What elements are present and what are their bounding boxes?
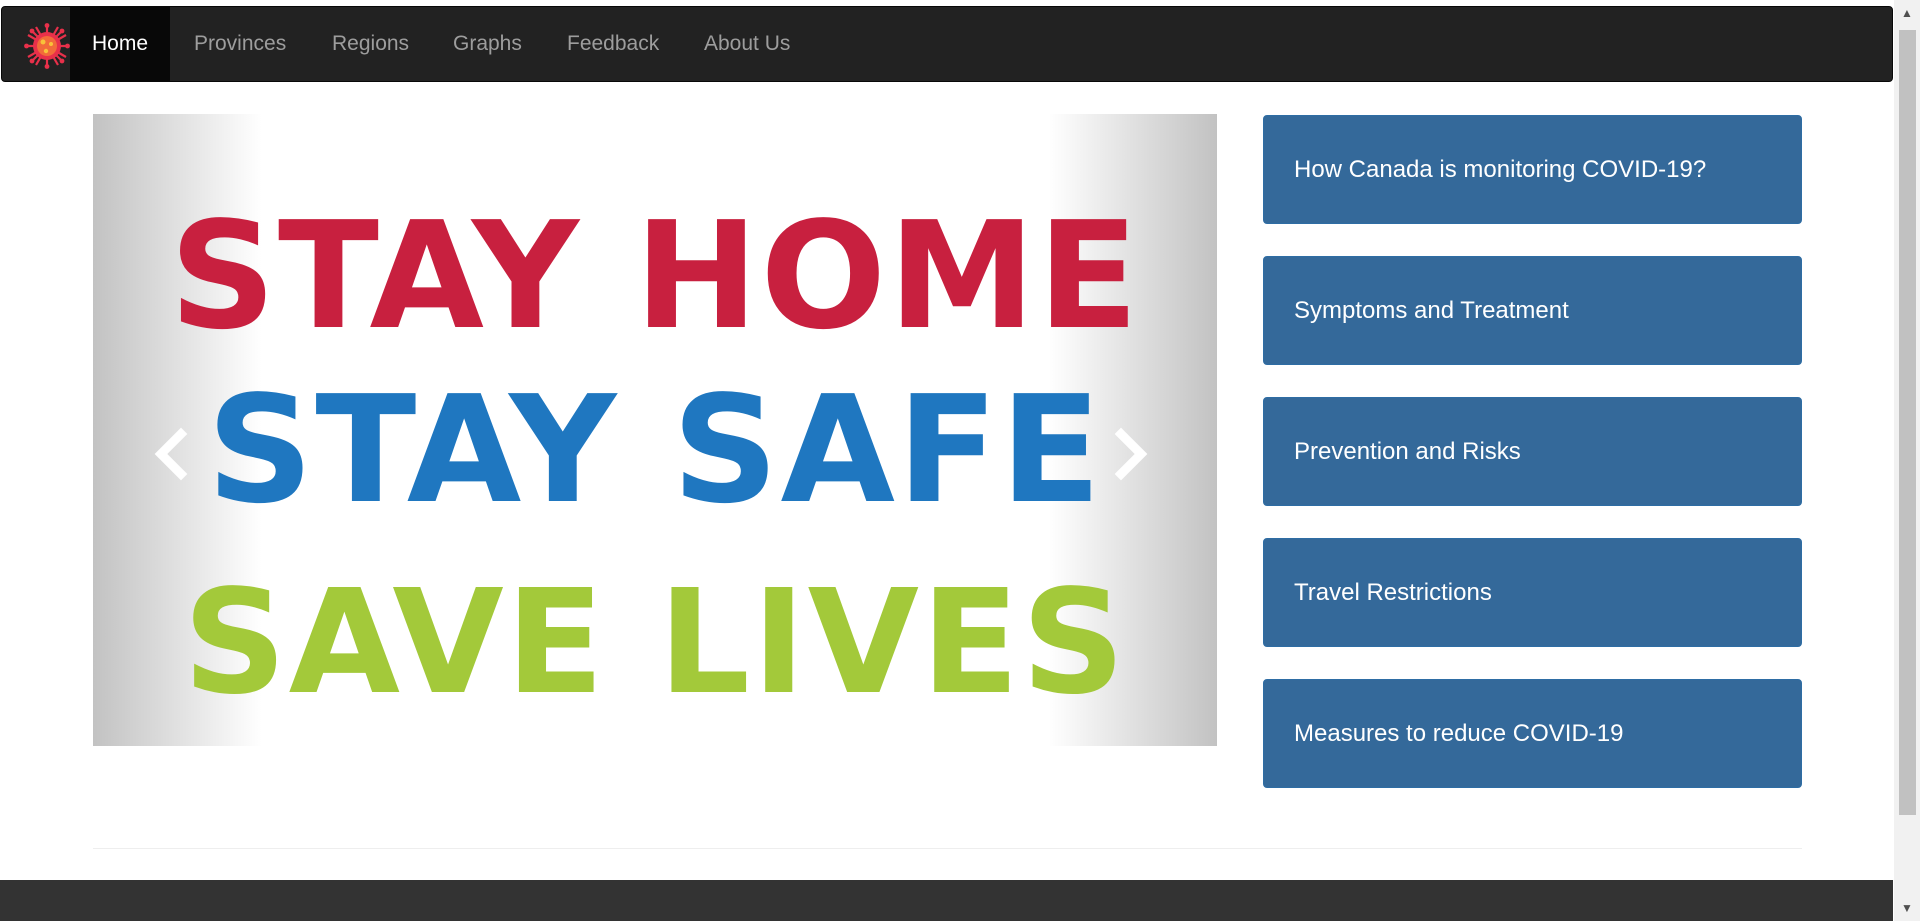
page-footer [0, 880, 1893, 921]
nav-feedback[interactable]: Feedback [567, 7, 659, 81]
symptoms-treatment-label: Symptoms and Treatment [1294, 296, 1569, 324]
nav-graphs[interactable]: Graphs [453, 7, 522, 81]
travel-restrictions-label: Travel Restrictions [1294, 578, 1492, 606]
slide-line-save-lives: SAVE LIVES [182, 558, 1128, 726]
vertical-scrollbar[interactable]: ▲ ▼ [1894, 0, 1920, 921]
scrollbar-thumb[interactable] [1899, 30, 1916, 815]
carousel-indicator[interactable] [659, 677, 671, 689]
chevron-right-icon [1114, 427, 1148, 481]
nav-regions[interactable]: Regions [332, 7, 409, 81]
prevention-risks-label: Prevention and Risks [1294, 437, 1521, 465]
nav-about-us[interactable]: About Us [704, 7, 790, 81]
measures-reduce-covid-button[interactable]: Measures to reduce COVID-19 [1263, 679, 1802, 788]
monitoring-covid-button[interactable]: How Canada is monitoring COVID-19? [1263, 115, 1802, 224]
slide-line-stay-safe: STAY SAFE [206, 364, 1104, 536]
measures-reduce-covid-label: Measures to reduce COVID-19 [1294, 719, 1624, 747]
monitoring-covid-label: How Canada is monitoring COVID-19? [1294, 155, 1707, 183]
nav-home[interactable]: Home [70, 7, 171, 81]
carousel-indicators [93, 676, 1217, 694]
top-navbar: Home Provinces Regions Graphs Feedback A… [1, 6, 1893, 82]
slide-line-stay-home: STAY HOME [169, 190, 1141, 362]
carousel-indicator[interactable] [639, 677, 651, 689]
carousel-prev-button[interactable] [143, 414, 203, 494]
scroll-down-arrow-icon[interactable]: ▼ [1894, 895, 1920, 921]
chevron-left-icon [154, 427, 188, 481]
prevention-risks-button[interactable]: Prevention and Risks [1263, 397, 1802, 506]
symptoms-treatment-button[interactable]: Symptoms and Treatment [1263, 256, 1802, 365]
content-divider [93, 848, 1802, 849]
scroll-up-arrow-icon[interactable]: ▲ [1894, 0, 1920, 26]
nav-provinces[interactable]: Provinces [194, 7, 286, 81]
virus-logo-icon[interactable] [24, 23, 70, 69]
carousel-next-button[interactable] [1099, 414, 1159, 494]
image-carousel: STAY HOME STAY SAFE SAVE LIVES [93, 114, 1217, 746]
travel-restrictions-button[interactable]: Travel Restrictions [1263, 538, 1802, 647]
